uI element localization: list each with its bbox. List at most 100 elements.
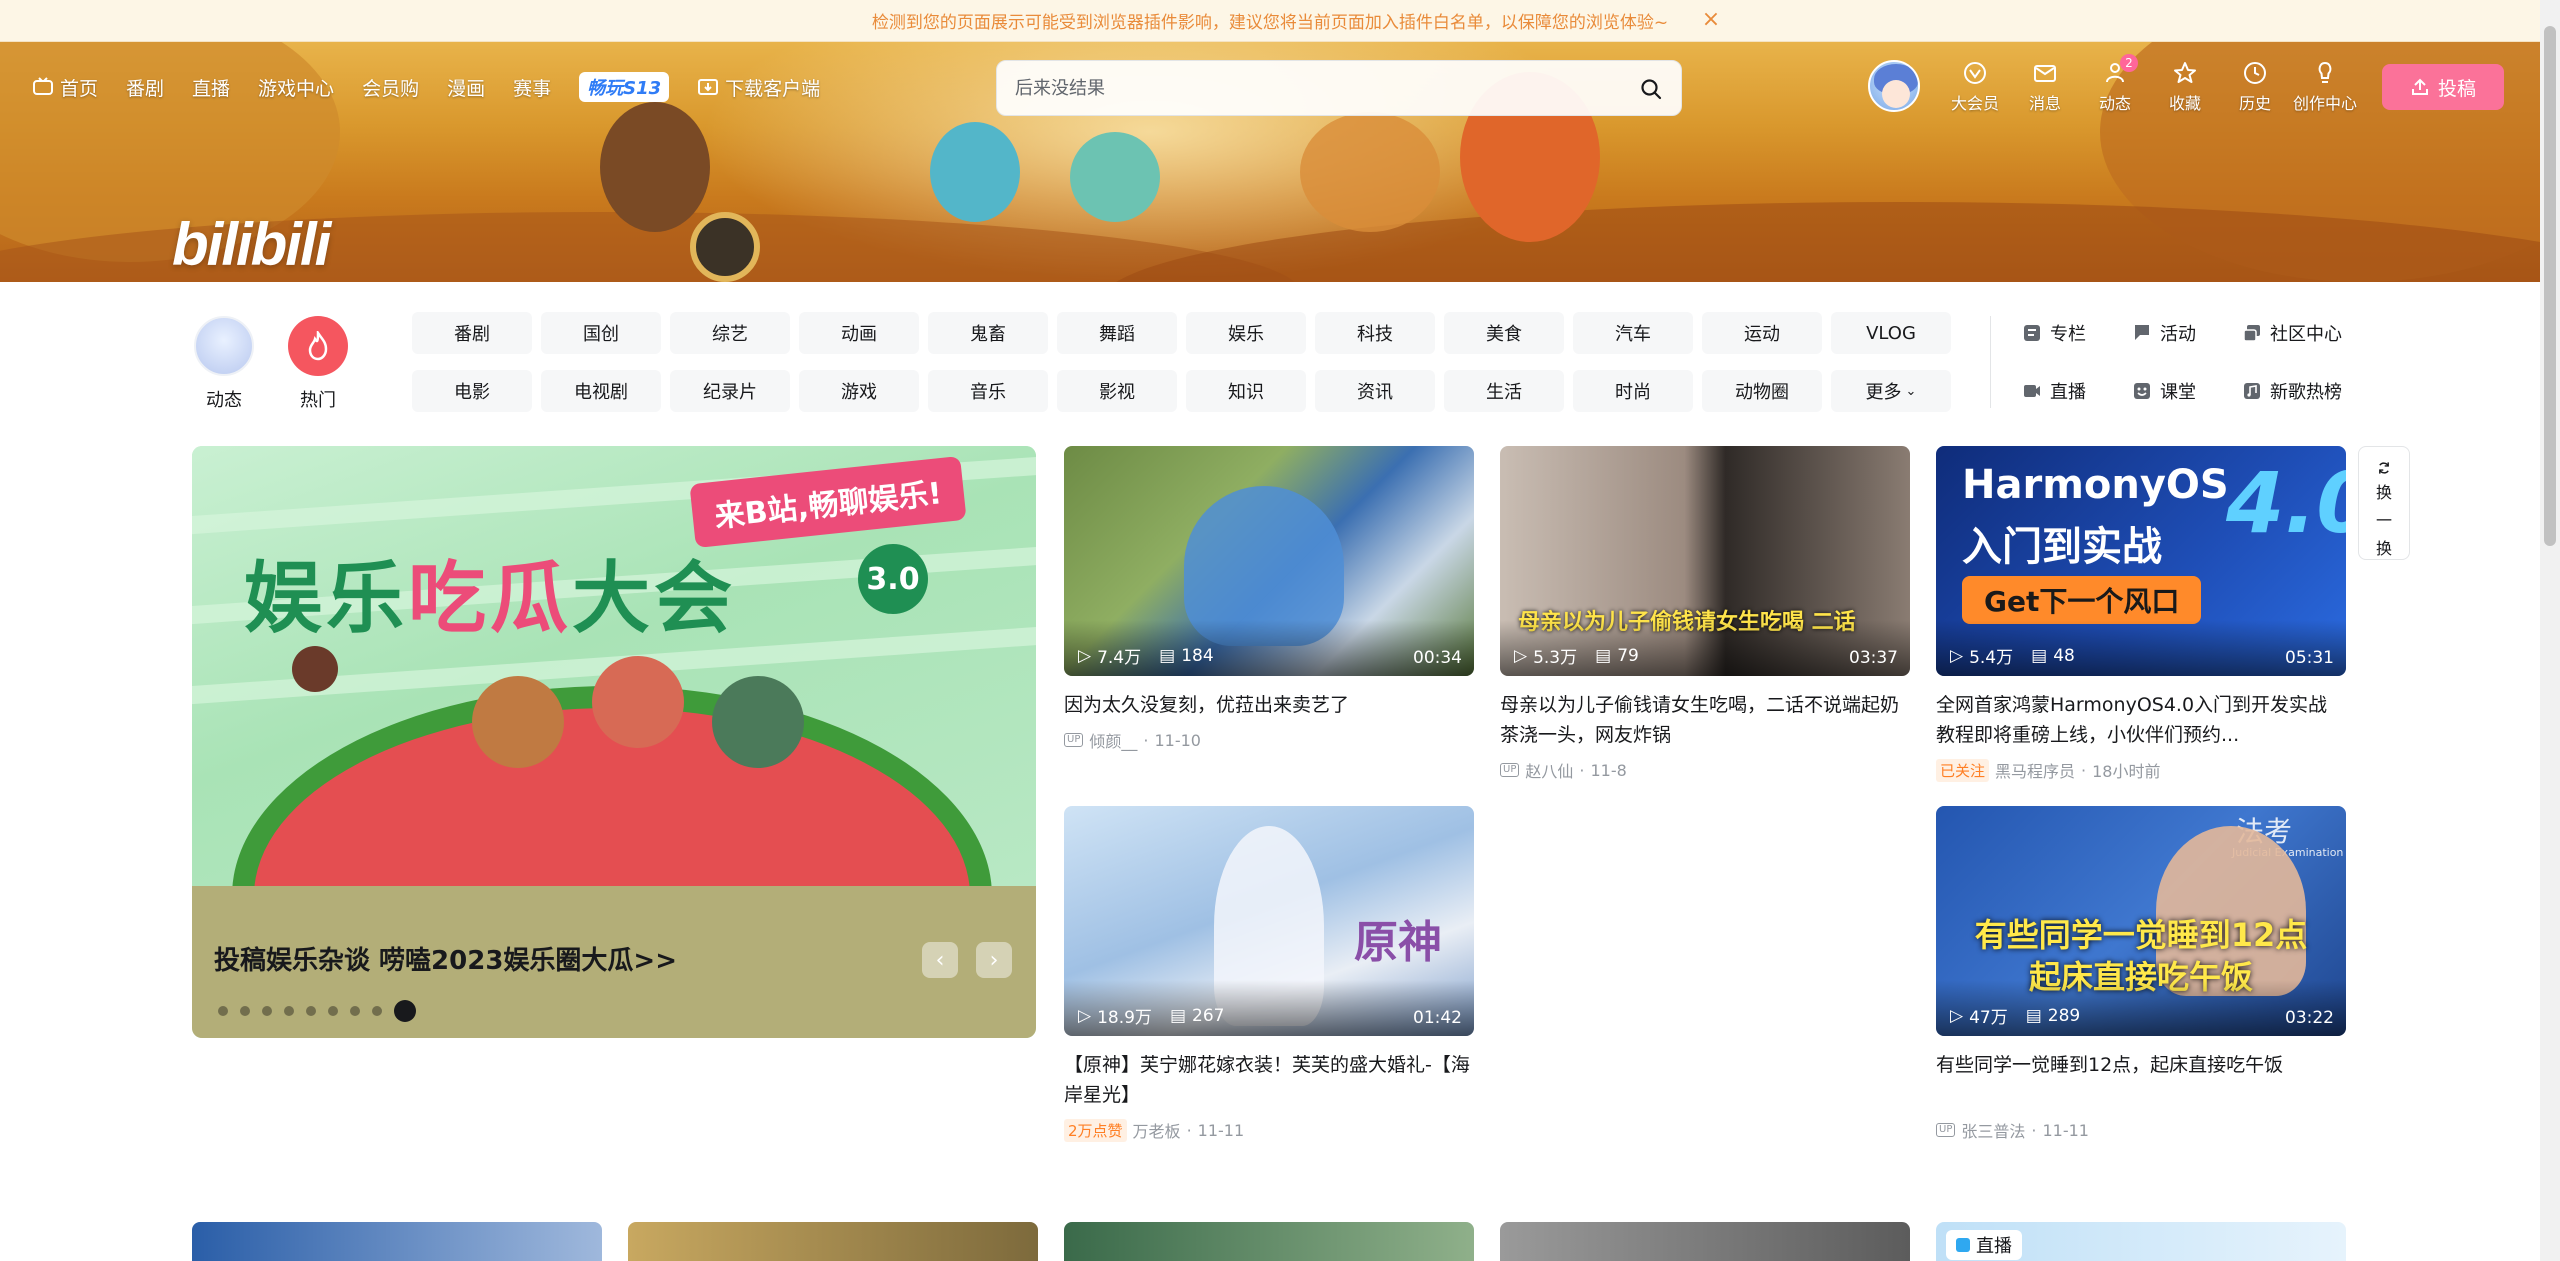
video-thumbnail[interactable]: 法考 Judicial Examination 有些同学一觉睡到12点 起床直接… (1936, 806, 2346, 1036)
link-live[interactable]: 直播 (2022, 370, 2132, 412)
nav-esports[interactable]: 赛事 (513, 74, 551, 101)
nav-anime[interactable]: 番剧 (126, 74, 164, 101)
carousel-dot[interactable] (394, 1000, 416, 1022)
video-thumbnail[interactable]: ▷ 7.4万 ▤ 184 00:34 (1064, 446, 1474, 676)
notice-close-icon[interactable]: × (1700, 9, 1722, 31)
tag-knowledge[interactable]: 知识 (1186, 370, 1306, 412)
video-author[interactable]: 万老板 (1133, 1118, 1181, 1142)
nav-comics[interactable]: 漫画 (447, 74, 485, 101)
tag-food[interactable]: 美食 (1444, 312, 1564, 354)
nav-messages[interactable]: 消息 (2010, 60, 2080, 114)
video-card[interactable]: HarmonyOS 4.0 入门到实战 Get下一个风口 ▷5.4万 ▤48 0… (1936, 446, 2346, 782)
nav-vip[interactable]: 大会员 (1940, 60, 2010, 114)
carousel-dot[interactable] (262, 1006, 272, 1016)
carousel-dot[interactable] (372, 1006, 382, 1016)
video-title[interactable]: 【原神】芙宁娜花嫁衣装！芙芙的盛大婚礼-【海岸星光】 (1064, 1050, 1474, 1110)
dynamic-channel-label[interactable]: 动态 (184, 386, 264, 412)
upload-button[interactable]: 投稿 (2382, 64, 2504, 110)
tag-life[interactable]: 生活 (1444, 370, 1564, 412)
carousel-dot[interactable] (218, 1006, 228, 1016)
link-article[interactable]: 专栏 (2022, 312, 2132, 354)
carousel-dot[interactable] (328, 1006, 338, 1016)
search-icon[interactable] (1639, 77, 1663, 101)
nav-member-shop[interactable]: 会员购 (362, 74, 419, 101)
tag-car[interactable]: 汽车 (1573, 312, 1693, 354)
nav-live[interactable]: 直播 (192, 74, 230, 101)
nav-history[interactable]: 历史 (2220, 60, 2290, 114)
tag-dance[interactable]: 舞蹈 (1057, 312, 1177, 354)
nav-download-client[interactable]: 下载客户端 (697, 74, 820, 101)
tag-guochuang[interactable]: 国创 (541, 312, 661, 354)
carousel-dot[interactable] (350, 1006, 360, 1016)
tag-music[interactable]: 音乐 (928, 370, 1048, 412)
carousel-caption[interactable]: 投稿娱乐杂谈 唠嗑2023娱乐圈大瓜>> (214, 940, 677, 977)
video-card-partial[interactable] (1500, 1222, 1910, 1261)
user-avatar[interactable] (1868, 60, 1920, 112)
scrollbar-thumb[interactable] (2544, 26, 2556, 546)
video-author[interactable]: 黑马程序员 (1995, 758, 2075, 782)
hot-channel-label[interactable]: 热门 (278, 386, 358, 412)
carousel-dot[interactable] (306, 1006, 316, 1016)
video-title[interactable]: 母亲以为儿子偷钱请女生吃喝，二话不说端起奶茶浇一头，网友炸锅 (1500, 690, 1910, 750)
nav-creator-center[interactable]: 创作中心 (2290, 60, 2360, 114)
tag-tv-series[interactable]: 电视剧 (541, 370, 661, 412)
tag-vlog[interactable]: VLOG (1831, 312, 1951, 354)
tag-news[interactable]: 资讯 (1315, 370, 1435, 412)
tag-entertainment[interactable]: 娱乐 (1186, 312, 1306, 354)
carousel-dot[interactable] (240, 1006, 250, 1016)
tag-variety[interactable]: 综艺 (670, 312, 790, 354)
video-author[interactable]: 倾颜__ (1089, 728, 1137, 752)
nav-home[interactable]: 首页 (32, 74, 98, 101)
tag-animals[interactable]: 动物圈 (1702, 370, 1822, 412)
video-title[interactable]: 全网首家鸿蒙HarmonyOS4.0入门到开发实战教程即将重磅上线，小伙伴们预约… (1936, 690, 2346, 750)
tag-more[interactable]: 更多 ⌄ (1831, 370, 1951, 412)
tag-animation[interactable]: 动画 (799, 312, 919, 354)
hero-carousel[interactable]: 来B站,畅聊娱乐! 娱乐吃瓜大会 3.0 投稿娱乐杂谈 唠嗑2023娱乐圈大瓜>… (192, 446, 1036, 1038)
carousel-prev-button[interactable]: ‹ (922, 942, 958, 978)
page-scrollbar[interactable] (2540, 0, 2560, 1261)
video-card-partial[interactable] (1064, 1222, 1474, 1261)
tag-game[interactable]: 游戏 (799, 370, 919, 412)
nav-history-label: 历史 (2238, 94, 2271, 113)
nav-dynamic[interactable]: 2 动态 (2080, 54, 2150, 114)
tag-film-tv[interactable]: 影视 (1057, 370, 1177, 412)
video-card[interactable]: 原神 ▷ 18.9万 ▤ 267 01:42 【原神】芙宁娜花嫁衣装！芙芙的盛大婚礼… (1064, 806, 1474, 1142)
video-card[interactable]: 法考 Judicial Examination 有些同学一觉睡到12点 起床直接… (1936, 806, 2346, 1142)
video-thumbnail[interactable]: 原神 ▷ 18.9万 ▤ 267 01:42 (1064, 806, 1474, 1036)
link-music-chart[interactable]: 新歌热榜 (2242, 370, 2352, 412)
video-author[interactable]: 张三普法 (1961, 1118, 2025, 1142)
tag-sports[interactable]: 运动 (1702, 312, 1822, 354)
nav-s13-promo[interactable]: 畅玩S13 (579, 72, 670, 102)
nav-game-center[interactable]: 游戏中心 (258, 74, 334, 101)
hot-channel-button[interactable] (288, 316, 348, 376)
carousel-image[interactable]: 来B站,畅聊娱乐! 娱乐吃瓜大会 3.0 (192, 446, 1036, 1038)
search-input[interactable] (1015, 77, 1615, 99)
video-card[interactable]: 母亲以为儿子偷钱请女生吃喝 二话 ▷5.3万 ▤79 03:37 母亲以为儿子偷… (1500, 446, 1910, 782)
tag-guichu[interactable]: 鬼畜 (928, 312, 1048, 354)
tag-fanju[interactable]: 番剧 (412, 312, 532, 354)
video-card-partial[interactable] (628, 1222, 1038, 1261)
video-card[interactable]: ▷ 7.4万 ▤ 184 00:34 因为太久没复刻，优菈出来卖艺了 UP 倾颜__… (1064, 446, 1474, 752)
video-thumbnail[interactable]: 母亲以为儿子偷钱请女生吃喝 二话 ▷5.3万 ▤79 03:37 (1500, 446, 1910, 676)
vip-icon (1964, 62, 1986, 84)
bilibili-logo[interactable]: bilibili (172, 210, 331, 279)
video-card-partial[interactable] (192, 1222, 602, 1261)
tag-tech[interactable]: 科技 (1315, 312, 1435, 354)
dynamic-channel-avatar[interactable] (194, 316, 254, 376)
video-title[interactable]: 因为太久没复刻，优菈出来卖艺了 (1064, 690, 1474, 720)
refresh-button[interactable]: 换 一 换 (2358, 446, 2410, 560)
tag-fashion[interactable]: 时尚 (1573, 370, 1693, 412)
carousel-dot[interactable] (284, 1006, 294, 1016)
link-activity[interactable]: 活动 (2132, 312, 2242, 354)
live-card-partial[interactable]: 直播 (1936, 1222, 2346, 1261)
tag-movie[interactable]: 电影 (412, 370, 532, 412)
tag-documentary[interactable]: 纪录片 (670, 370, 790, 412)
video-author[interactable]: 赵八仙 (1525, 758, 1573, 782)
carousel-next-button[interactable]: › (976, 942, 1012, 978)
link-community[interactable]: 社区中心 (2242, 312, 2352, 354)
link-class[interactable]: 课堂 (2132, 370, 2242, 412)
nav-favorites[interactable]: 收藏 (2150, 60, 2220, 114)
video-title[interactable]: 有些同学一觉睡到12点，起床直接吃午饭 (1936, 1050, 2346, 1080)
play-icon: ▷ (1078, 1005, 1092, 1026)
video-thumbnail[interactable]: HarmonyOS 4.0 入门到实战 Get下一个风口 ▷5.4万 ▤48 0… (1936, 446, 2346, 676)
